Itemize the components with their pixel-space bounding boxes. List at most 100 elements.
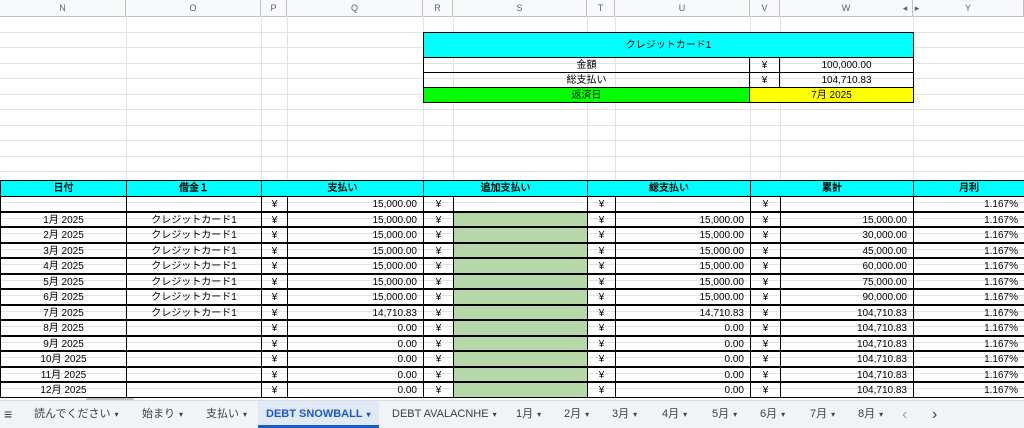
row-debt[interactable]: クレジットカード1 [126, 258, 262, 274]
row-pay-currency[interactable]: ¥ [261, 242, 288, 258]
row-cumulative[interactable]: 75,000.00 [780, 273, 914, 289]
chevron-down-icon[interactable]: ▾ [114, 410, 118, 419]
row-payment[interactable]: 14,710.83 [287, 304, 424, 320]
summary-total-value[interactable]: 104,710.83 [779, 72, 914, 88]
row-extra-input[interactable] [453, 289, 588, 305]
row-extra-input[interactable] [453, 304, 588, 320]
row-total[interactable]: 15,000.00 [615, 242, 751, 258]
row-cum-currency[interactable]: ¥ [750, 211, 781, 227]
row-total-currency[interactable]: ¥ [587, 196, 616, 212]
row-pay-currency[interactable]: ¥ [261, 289, 288, 305]
row-payment[interactable]: 0.00 [287, 320, 424, 336]
row-rate[interactable]: 1.167% [913, 320, 1024, 336]
row-cumulative[interactable] [780, 196, 914, 212]
row-debt[interactable] [126, 351, 262, 367]
row-date[interactable]: 3月 2025 [0, 242, 127, 258]
row-cum-currency[interactable]: ¥ [750, 335, 781, 351]
chevron-down-icon[interactable]: ▾ [243, 410, 247, 419]
column-nav-left-icon[interactable]: ◂ [900, 0, 910, 16]
summary-amount-currency[interactable]: ¥ [749, 57, 780, 73]
chevron-down-icon[interactable]: ▾ [585, 410, 589, 419]
summary-title[interactable]: クレジットカード1 [423, 32, 914, 58]
row-debt[interactable] [126, 382, 262, 398]
row-debt[interactable]: クレジットカード1 [126, 242, 262, 258]
row-payment[interactable]: 0.00 [287, 366, 424, 382]
spreadsheet-grid[interactable]: N O P Q R S T U V W Y ◂ ▸ クレジットカード1 金額 ¥100,000.00 総支払い… [0, 0, 1024, 400]
column-header-r[interactable]: R [423, 0, 453, 16]
row-date[interactable]: 12月 2025 [0, 382, 127, 398]
row-rate[interactable]: 1.167% [913, 382, 1024, 398]
row-extra-currency[interactable]: ¥ [423, 382, 454, 398]
row-cumulative[interactable]: 104,710.83 [780, 366, 914, 382]
row-total[interactable]: 15,000.00 [615, 273, 751, 289]
row-rate[interactable]: 1.167% [913, 273, 1024, 289]
row-total-currency[interactable]: ¥ [587, 289, 616, 305]
row-cumulative[interactable]: 104,710.83 [780, 320, 914, 336]
row-debt[interactable]: クレジットカード1 [126, 304, 262, 320]
row-extra-currency[interactable]: ¥ [423, 258, 454, 274]
sheet-tab-9[interactable]: 5月 ▾ [708, 401, 741, 428]
row-date[interactable]: 8月 2025 [0, 320, 127, 336]
row-cum-currency[interactable]: ¥ [750, 289, 781, 305]
row-total[interactable]: 0.00 [615, 366, 751, 382]
row-extra-input[interactable] [453, 366, 588, 382]
sheet-tab-3[interactable]: DEBT SNOWBALL ▾ [258, 401, 379, 428]
row-rate[interactable]: 1.167% [913, 304, 1024, 320]
summary-due-value[interactable]: 7月 2025 [749, 87, 914, 103]
table-header-6[interactable]: 月利 [913, 180, 1024, 197]
row-rate[interactable]: 1.167% [913, 242, 1024, 258]
row-date[interactable]: 9月 2025 [0, 335, 127, 351]
sheet-tab-5[interactable]: 1月 ▾ [512, 401, 545, 428]
row-payment[interactable]: 0.00 [287, 335, 424, 351]
row-extra-input[interactable] [453, 211, 588, 227]
row-extra-currency[interactable]: ¥ [423, 211, 454, 227]
row-extra-input[interactable] [453, 227, 588, 243]
row-total-currency[interactable]: ¥ [587, 320, 616, 336]
tab-scroll-left-icon[interactable]: ‹ [902, 401, 907, 428]
row-cumulative[interactable]: 60,000.00 [780, 258, 914, 274]
row-cumulative[interactable]: 90,000.00 [780, 289, 914, 305]
tab-scroll-right-icon[interactable]: › [932, 401, 937, 428]
table-header-1[interactable]: 借金１ [126, 180, 262, 197]
row-cum-currency[interactable]: ¥ [750, 258, 781, 274]
row-total[interactable]: 15,000.00 [615, 258, 751, 274]
column-header-v[interactable]: V [750, 0, 780, 16]
row-extra-currency[interactable]: ¥ [423, 227, 454, 243]
row-payment[interactable]: 0.00 [287, 382, 424, 398]
chevron-down-icon[interactable]: ▾ [879, 410, 883, 419]
row-extra-currency[interactable]: ¥ [423, 196, 454, 212]
sheet-tab-6[interactable]: 2月 ▾ [560, 401, 593, 428]
row-extra-input[interactable] [453, 351, 588, 367]
column-header-n[interactable]: N [0, 0, 126, 16]
row-payment[interactable]: 15,000.00 [287, 211, 424, 227]
row-extra-currency[interactable]: ¥ [423, 304, 454, 320]
row-rate[interactable]: 1.167% [913, 196, 1024, 212]
row-total[interactable]: 14,710.83 [615, 304, 751, 320]
row-extra-input[interactable] [453, 242, 588, 258]
sheet-tab-11[interactable]: 7月 ▾ [806, 401, 839, 428]
row-pay-currency[interactable]: ¥ [261, 366, 288, 382]
sheet-tab-7[interactable]: 3月 ▾ [608, 401, 641, 428]
row-cumulative[interactable]: 104,710.83 [780, 335, 914, 351]
row-total[interactable]: 0.00 [615, 351, 751, 367]
row-total-currency[interactable]: ¥ [587, 304, 616, 320]
row-cum-currency[interactable]: ¥ [750, 366, 781, 382]
row-date[interactable] [0, 196, 127, 212]
row-rate[interactable]: 1.167% [913, 335, 1024, 351]
row-date[interactable]: 11月 2025 [0, 366, 127, 382]
summary-total-label[interactable]: 総支払い [423, 72, 750, 88]
column-header-p[interactable]: P [261, 0, 287, 16]
column-header-s[interactable]: S [453, 0, 587, 16]
row-total-currency[interactable]: ¥ [587, 382, 616, 398]
row-payment[interactable]: 15,000.00 [287, 273, 424, 289]
row-debt[interactable]: クレジットカード1 [126, 289, 262, 305]
row-payment[interactable]: 15,000.00 [287, 242, 424, 258]
summary-amount-label[interactable]: 金額 [423, 57, 750, 73]
row-cum-currency[interactable]: ¥ [750, 351, 781, 367]
row-pay-currency[interactable]: ¥ [261, 211, 288, 227]
row-cum-currency[interactable]: ¥ [750, 320, 781, 336]
row-cumulative[interactable]: 30,000.00 [780, 227, 914, 243]
row-extra-currency[interactable]: ¥ [423, 351, 454, 367]
row-extra-input[interactable] [453, 196, 588, 212]
row-debt[interactable] [126, 320, 262, 336]
